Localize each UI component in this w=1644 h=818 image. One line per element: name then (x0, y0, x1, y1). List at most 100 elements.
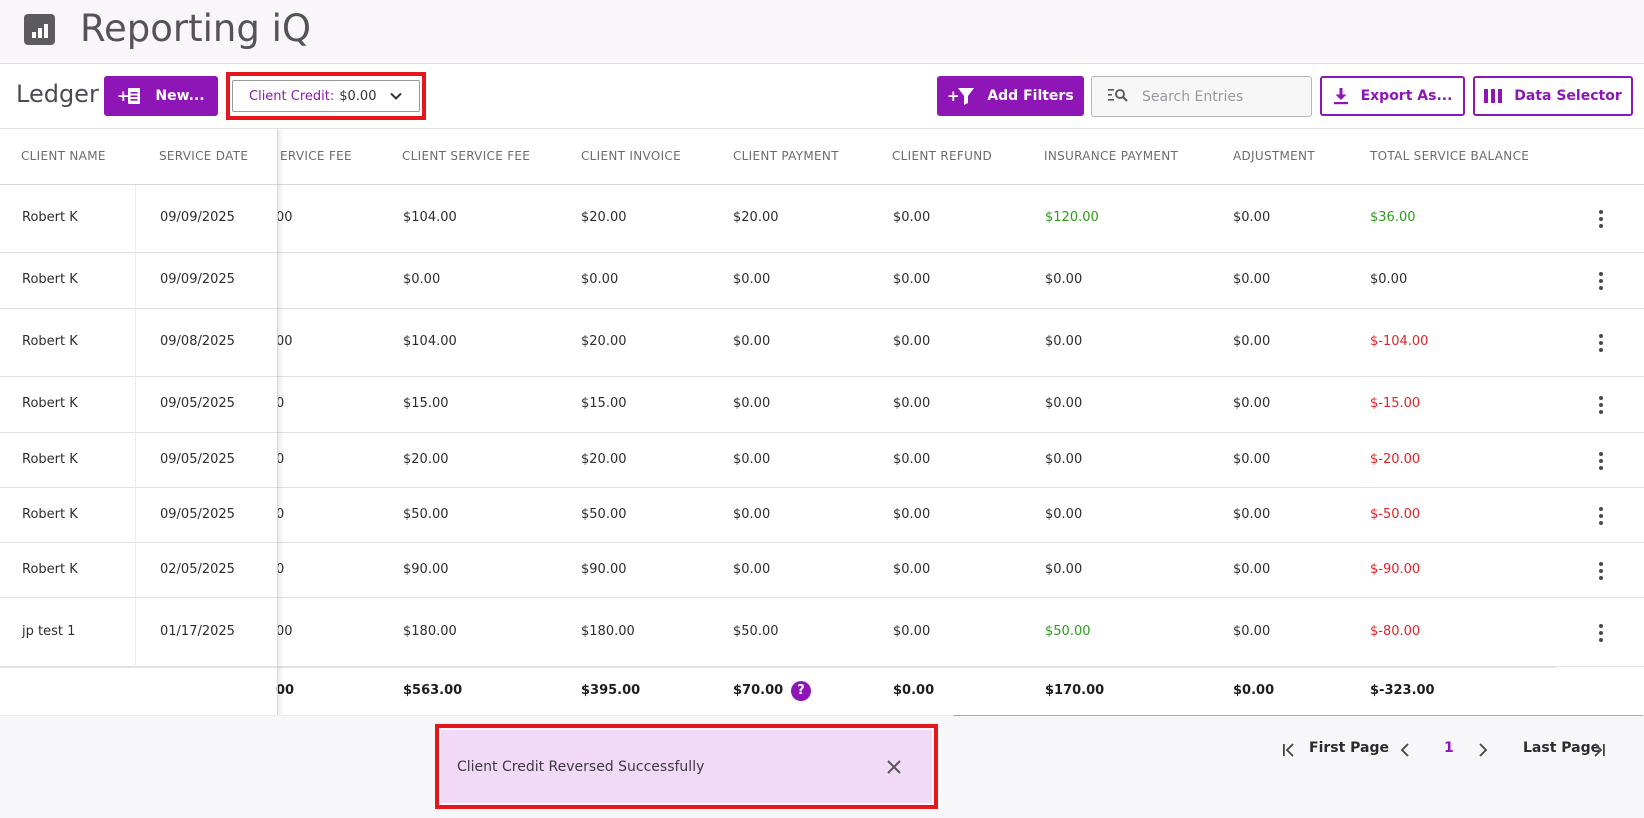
service-fee-cell: 00 (276, 623, 293, 639)
client-invoice-cell: $20.00 (581, 334, 627, 349)
client-name-cell: Robert K (22, 272, 78, 287)
ledger-toolbar: Ledger + New... Client Credit: $0.00 + A… (0, 64, 1644, 128)
adjustment-cell: $0.00 (1233, 561, 1271, 577)
insurance-payment-cell: $0.00 (1045, 506, 1083, 522)
col-header-client-name[interactable]: CLIENT NAME (21, 149, 106, 163)
ledger-title: Ledger (16, 80, 99, 108)
client-invoice-cell: $0.00 (581, 272, 619, 287)
table-row[interactable]: Robert K 02/05/2025 0 $90.00 $90.00 $0.00 $0.0… (0, 543, 1644, 598)
first-page-icon[interactable] (1282, 742, 1296, 758)
new-entry-button[interactable]: + New... (104, 76, 218, 116)
table-row[interactable]: Robert K 09/05/2025 0 $15.00 $15.00 $0.00 $0.0… (0, 377, 1644, 433)
col-header-insurance-payment[interactable]: INSURANCE PAYMENT (1044, 149, 1178, 163)
prev-page-icon[interactable] (1398, 742, 1412, 758)
export-as-button[interactable]: Export As... (1320, 76, 1465, 116)
chevron-down-icon (389, 89, 403, 107)
row-actions-menu-icon[interactable] (1598, 272, 1604, 290)
client-payment-cell: $50.00 (733, 623, 779, 639)
table-row[interactable]: Robert K 09/09/2025 $0.00 $0.00 $0.00 $0.00 $0… (0, 253, 1644, 309)
client-refund-cell: $0.00 (893, 451, 931, 467)
row-actions-menu-icon[interactable] (1598, 561, 1604, 580)
col-header-client-payment[interactable]: CLIENT PAYMENT (733, 149, 839, 163)
row-actions-menu-icon[interactable] (1598, 451, 1604, 470)
export-as-label: Export As... (1360, 88, 1453, 104)
client-payment-cell: $0.00 (733, 561, 771, 577)
service-date-cell: 01/17/2025 (160, 623, 235, 639)
insurance-payment-cell: $50.00 (1045, 623, 1091, 639)
help-icon[interactable]: ? (791, 681, 811, 701)
table-row[interactable]: Robert K 09/05/2025 0 $20.00 $20.00 $0.00 $0.0… (0, 433, 1644, 488)
table-header: CLIENT NAME SERVICE DATE ERVICE FEE CLIE… (0, 129, 1644, 185)
total-service-balance-cell: $-15.00 (1370, 396, 1421, 411)
client-refund-cell: $0.00 (893, 506, 931, 522)
last-page-button[interactable]: Last Page (1523, 740, 1600, 756)
next-page-icon[interactable] (1476, 742, 1490, 758)
search-entries-field[interactable] (1091, 76, 1312, 117)
client-refund-cell: $0.00 (893, 272, 931, 287)
client-service-fee-cell: $20.00 (403, 451, 449, 467)
row-actions-menu-icon[interactable] (1598, 396, 1604, 414)
total-service-fee-cell: 00 (276, 683, 295, 698)
data-selector-label: Data Selector (1514, 88, 1622, 104)
adjustment-cell: $0.00 (1233, 272, 1271, 287)
client-service-fee-cell: $104.00 (403, 334, 457, 349)
client-payment-cell: $0.00 (733, 272, 771, 287)
app-title: Reporting iQ (80, 7, 312, 50)
client-service-fee-cell: $15.00 (403, 396, 449, 411)
total-insurance-payment-cell: $170.00 (1045, 683, 1105, 698)
columns-icon (1484, 88, 1503, 104)
service-date-cell: 09/05/2025 (160, 506, 235, 522)
row-actions-menu-icon[interactable] (1598, 210, 1604, 228)
client-refund-cell: $0.00 (893, 623, 931, 639)
total-service-balance-cell: $-50.00 (1370, 506, 1421, 522)
client-name-cell: Robert K (22, 334, 78, 349)
client-service-fee-cell: $0.00 (403, 272, 441, 287)
col-header-client-refund[interactable]: CLIENT REFUND (892, 149, 992, 163)
col-header-total-service-balance[interactable]: TOTAL SERVICE BALANCE (1370, 149, 1529, 163)
adjustment-cell: $0.00 (1233, 623, 1271, 639)
client-refund-cell: $0.00 (893, 396, 931, 411)
client-credit-value: $0.00 (339, 88, 377, 104)
last-page-icon[interactable] (1592, 742, 1606, 758)
table-row[interactable]: Robert K 09/09/2025 00 $104.00 $20.00 $20.00 $… (0, 185, 1644, 253)
client-name-cell: Robert K (22, 561, 78, 577)
table-row[interactable]: Robert K 09/05/2025 0 $50.00 $50.00 $0.00 $0.0… (0, 488, 1644, 543)
current-page-number[interactable]: 1 (1444, 740, 1454, 756)
total-service-balance-cell: $-104.00 (1370, 334, 1429, 349)
col-header-adjustment[interactable]: ADJUSTMENT (1233, 149, 1315, 163)
first-page-button[interactable]: First Page (1309, 740, 1389, 756)
close-icon[interactable] (886, 759, 902, 775)
client-credit-dropdown[interactable]: Client Credit: $0.00 (232, 80, 420, 112)
add-filters-button[interactable]: + Add Filters (937, 76, 1084, 116)
col-header-client-invoice[interactable]: CLIENT INVOICE (581, 149, 681, 163)
search-input[interactable] (1142, 88, 1292, 105)
row-actions-menu-icon[interactable] (1598, 506, 1604, 525)
total-client-invoice-cell: $395.00 (581, 683, 641, 698)
client-name-cell: Robert K (22, 451, 78, 467)
new-entry-label: New... (155, 88, 205, 104)
adjustment-cell: $0.00 (1233, 210, 1271, 225)
client-credit-label: Client Credit: (249, 88, 335, 104)
row-actions-menu-icon[interactable] (1598, 623, 1604, 642)
client-payment-cell: $0.00 (733, 506, 771, 522)
service-fee-cell: 0 (276, 451, 285, 467)
col-header-service-fee[interactable]: ERVICE FEE (280, 149, 352, 163)
total-client-service-fee-cell: $563.00 (403, 683, 463, 698)
bar-chart-icon (24, 14, 55, 45)
total-total-service-balance-cell: $-323.00 (1370, 683, 1435, 698)
total-service-balance-cell: $36.00 (1370, 210, 1416, 225)
insurance-payment-cell: $0.00 (1045, 561, 1083, 577)
data-selector-button[interactable]: Data Selector (1473, 76, 1633, 116)
row-actions-menu-icon[interactable] (1598, 334, 1604, 352)
table-row[interactable]: jp test 1 01/17/2025 00 $180.00 $180.00 $50.0… (0, 598, 1644, 667)
filter-icon: + (947, 87, 975, 105)
col-header-client-service-fee[interactable]: CLIENT SERVICE FEE (402, 149, 530, 163)
add-filters-label: Add Filters (987, 88, 1074, 104)
client-payment-cell: $0.00 (733, 396, 771, 411)
table-row[interactable]: Robert K 09/08/2025 00 $104.00 $20.00 $0.00 $0… (0, 309, 1644, 377)
client-invoice-cell: $90.00 (581, 561, 627, 577)
service-date-cell: 09/05/2025 (160, 396, 235, 411)
client-invoice-cell: $180.00 (581, 623, 635, 639)
col-header-service-date[interactable]: SERVICE DATE (159, 149, 248, 163)
service-date-cell: 09/05/2025 (160, 451, 235, 467)
